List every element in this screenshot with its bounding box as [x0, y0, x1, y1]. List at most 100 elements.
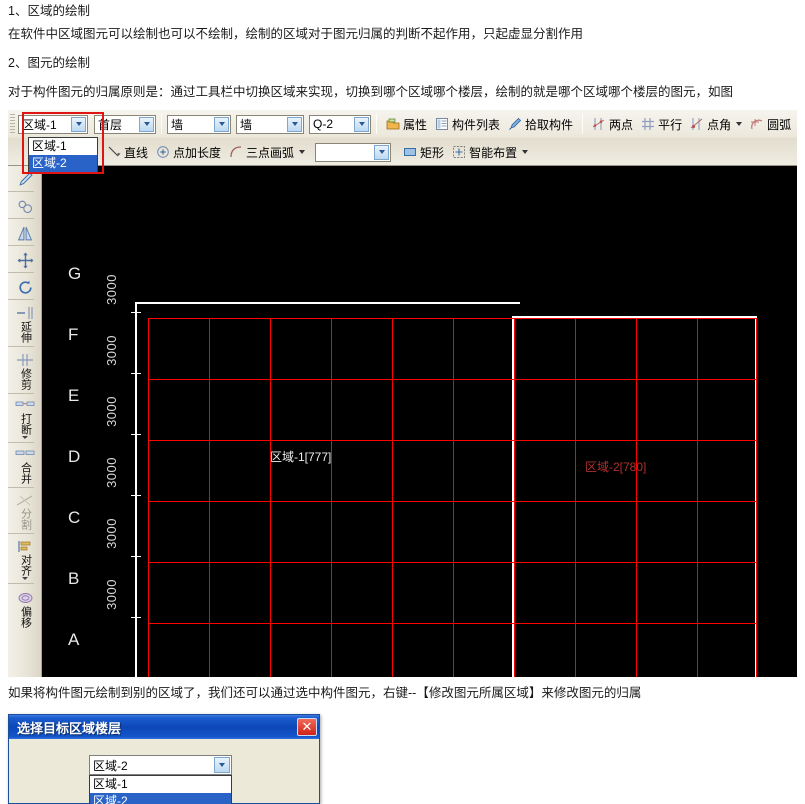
toolbar-separator — [376, 114, 377, 134]
grid-axis-label-B: B — [68, 569, 79, 589]
point-length-button[interactable]: 点加长度 — [152, 141, 225, 163]
edit-tools-sidebar: 延伸 修剪 打断 — [8, 166, 42, 677]
component-type-combo[interactable]: 墙 — [167, 115, 231, 134]
copy-tool-button[interactable] — [8, 195, 42, 215]
grid-line-h-B — [148, 623, 756, 624]
grid-line-v-10 — [697, 318, 698, 677]
align-label: 对齐 — [20, 554, 31, 576]
article-heading-2: 2、图元的绘制 — [8, 56, 90, 71]
move-tool-button[interactable] — [8, 249, 42, 269]
chevron-down-icon[interactable] — [214, 757, 230, 773]
divider — [8, 442, 34, 443]
chevron-down-icon[interactable] — [522, 150, 528, 154]
chevron-down-icon[interactable] — [139, 117, 154, 132]
mirror-tool-button[interactable] — [8, 222, 42, 242]
grid-dim-y-1: 3000 — [104, 274, 119, 305]
component-name-value: 墙 — [240, 116, 252, 133]
area-option-1[interactable]: 区域-1 — [29, 138, 97, 155]
split-tool-button: 分割 — [8, 491, 42, 530]
offset-tool-button[interactable]: 偏移 — [8, 587, 42, 628]
extend-tool-button[interactable]: 延伸 — [8, 303, 42, 343]
component-code-combo[interactable]: Q-2 — [309, 115, 371, 134]
two-point-button[interactable]: 两点 — [588, 113, 637, 135]
close-icon[interactable]: ✕ — [297, 718, 317, 736]
article-paragraph-1: 在软件中区域图元可以绘制也可以不绘制，绘制的区域对于图元归属的判断不起作用，只起… — [8, 27, 583, 42]
grid-line-h-F — [148, 379, 756, 380]
arc-label: 圆弧 — [767, 116, 791, 133]
copy-icon — [17, 198, 34, 215]
area-option-2[interactable]: 区域-2 — [29, 155, 97, 172]
smart-layout-button[interactable]: 智能布置 — [448, 141, 532, 163]
divider — [8, 299, 34, 300]
grid-axis-label-D: D — [68, 447, 80, 467]
properties-icon — [386, 117, 400, 131]
grid-line-h-D — [148, 501, 756, 502]
chevron-down-icon[interactable] — [22, 577, 28, 580]
region-2-label: 区域-2[780] — [585, 458, 646, 475]
toolbar-grip-icon[interactable] — [10, 114, 15, 134]
grid-line-v-11 — [756, 318, 757, 677]
grid-line-h-G — [148, 318, 756, 319]
rectangle-icon — [403, 145, 417, 159]
trim-label: 修剪 — [20, 368, 31, 390]
properties-button[interactable]: 属性 — [382, 113, 431, 135]
align-tool-button[interactable]: 对齐 — [8, 537, 42, 580]
chevron-down-icon[interactable] — [22, 436, 28, 439]
rotate-tool-button[interactable] — [8, 276, 42, 296]
grid-axis-label-C: C — [68, 508, 80, 528]
chevron-down-icon[interactable] — [71, 117, 86, 132]
grid-dim-y-3: 3000 — [104, 396, 119, 427]
extend-label: 延伸 — [20, 321, 31, 343]
grid-dim-y-5: 3000 — [104, 518, 119, 549]
target-area-dropdown[interactable]: 区域-1 区域-2 — [89, 775, 232, 804]
three-point-arc-button[interactable]: 三点画弧 — [225, 141, 309, 163]
grid-dim-y-2: 3000 — [104, 335, 119, 366]
merge-icon — [15, 449, 35, 461]
offset-label: 偏移 — [20, 606, 31, 628]
trim-icon — [16, 353, 34, 367]
divider — [8, 191, 34, 192]
grid-line-v-6 — [453, 318, 454, 677]
cad-drawing-canvas[interactable]: G F E D C B A 3000 3000 3000 3000 3000 3… — [42, 166, 797, 677]
divider — [8, 393, 34, 394]
chevron-down-icon[interactable] — [214, 117, 229, 132]
target-area-option-1[interactable]: 区域-1 — [90, 776, 231, 793]
grid-axis-label-A: A — [68, 630, 79, 650]
chevron-down-icon[interactable] — [374, 145, 389, 160]
pen-icon — [17, 171, 34, 188]
chevron-down-icon[interactable] — [354, 117, 369, 132]
chevron-down-icon[interactable] — [736, 122, 742, 126]
target-area-combo[interactable]: 区域-2 — [89, 755, 232, 775]
component-list-button[interactable]: 构件列表 — [431, 113, 504, 135]
parallel-button[interactable]: 平行 — [637, 113, 686, 135]
floor-combo[interactable]: 首层 — [94, 115, 156, 134]
point-length-icon — [156, 145, 170, 159]
component-name-combo[interactable]: 墙 — [236, 115, 304, 134]
line-button[interactable]: 直线 — [103, 141, 152, 163]
rectangle-button[interactable]: 矩形 — [399, 141, 448, 163]
component-list-label: 构件列表 — [452, 116, 500, 133]
grid-line-v-8 — [575, 318, 576, 677]
parallel-icon — [641, 117, 655, 131]
merge-tool-button[interactable]: 合并 — [8, 446, 42, 484]
point-angle-button[interactable]: 点角 — [686, 113, 746, 135]
chevron-down-icon[interactable] — [299, 150, 305, 154]
area-combo-dropdown[interactable]: 区域-1 区域-2 — [28, 137, 98, 173]
break-tool-button[interactable]: 打断 — [8, 397, 42, 439]
chevron-down-icon[interactable] — [287, 117, 302, 132]
pick-component-button[interactable]: 拾取构件 — [504, 113, 577, 135]
properties-label: 属性 — [403, 116, 427, 133]
arc-button[interactable]: 圆弧 — [746, 113, 795, 135]
dialog-titlebar[interactable]: 选择目标区域楼层 ✕ — [9, 715, 319, 739]
target-area-option-2[interactable]: 区域-2 — [90, 793, 231, 804]
grid-dim-y-4: 3000 — [104, 457, 119, 488]
area-combo[interactable]: 区域-1 — [18, 115, 88, 134]
page-root: 1、区域的绘制 在软件中区域图元可以绘制也可以不绘制，绘制的区域对于图元归属的判… — [0, 0, 805, 804]
grid-dim-y-6: 3000 — [104, 579, 119, 610]
component-list-icon — [435, 117, 449, 131]
divider — [8, 487, 34, 488]
shape-blank-combo[interactable] — [315, 143, 391, 162]
trim-tool-button[interactable]: 修剪 — [8, 350, 42, 390]
break-icon — [15, 400, 35, 412]
grid-line-v-2 — [209, 318, 210, 677]
